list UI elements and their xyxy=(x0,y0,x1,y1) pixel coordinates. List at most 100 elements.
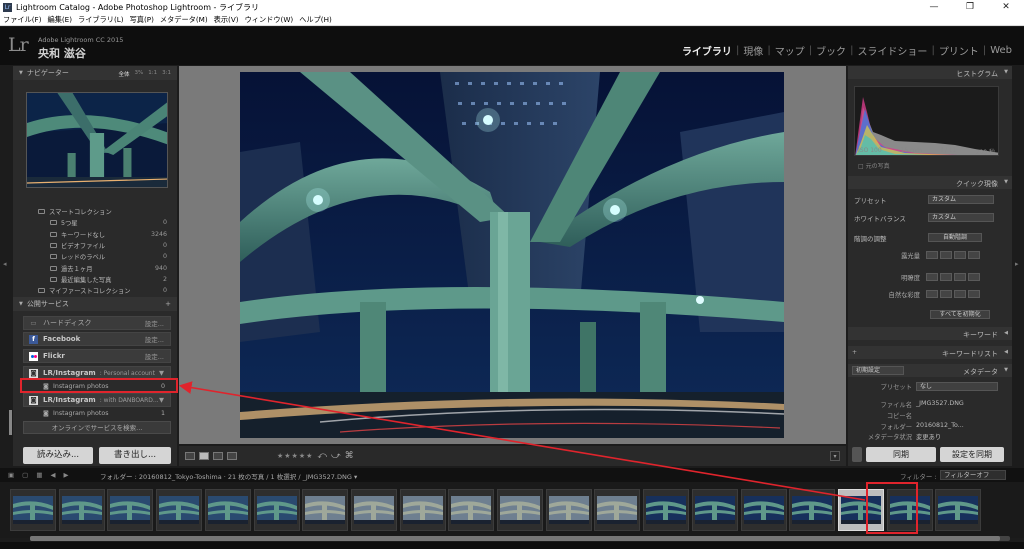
filmstrip-scroll-thumb[interactable] xyxy=(30,536,1000,541)
menu-library[interactable]: ライブラリ(L) xyxy=(78,15,124,25)
instagram-photos-danboard[interactable]: ◙ Instagram photos 1 xyxy=(23,407,171,419)
metadata-header[interactable]: 初期設定 メタデータ ▼ xyxy=(848,364,1012,377)
decrease-button[interactable] xyxy=(940,251,952,259)
left-panel-scrollbar[interactable] xyxy=(9,410,12,435)
find-more-services-button[interactable]: オンラインでサービスを検索... xyxy=(23,421,171,434)
filmstrip-thumb[interactable] xyxy=(204,489,251,531)
toolbar-options-dropdown[interactable]: ▾ xyxy=(830,451,840,461)
decrease-button[interactable] xyxy=(940,290,952,298)
main-photo[interactable] xyxy=(240,72,784,438)
navigator-preview[interactable] xyxy=(26,92,168,188)
menu-view[interactable]: 表示(V) xyxy=(214,15,239,25)
filmstrip-thumb[interactable] xyxy=(156,489,203,531)
facebook-settings-button[interactable]: 設定... xyxy=(145,334,164,344)
decrease-more-button[interactable] xyxy=(926,251,938,259)
add-keyword-icon[interactable]: + xyxy=(852,349,857,356)
forward-arrow-icon[interactable]: ▶ xyxy=(63,471,68,479)
filmstrip-thumb[interactable] xyxy=(107,489,154,531)
auto-sync-toggle[interactable] xyxy=(852,447,862,462)
metadata-preset-mode-select[interactable]: 初期設定 xyxy=(852,366,904,375)
expand-triangle-icon[interactable]: ▼ xyxy=(159,396,164,404)
add-service-icon[interactable]: + xyxy=(165,300,171,308)
module-slideshow[interactable]: スライドショー xyxy=(853,43,931,58)
loupe-view-icon[interactable] xyxy=(199,452,209,460)
filmstrip-thumb[interactable] xyxy=(253,489,300,531)
filmstrip-thumb[interactable] xyxy=(58,489,105,531)
decrease-button[interactable] xyxy=(940,273,952,281)
collection-row[interactable]: 過去１ヶ月 940 xyxy=(13,262,177,273)
publish-facebook[interactable]: f Facebook 設定... xyxy=(23,332,171,346)
grid-view-icon[interactable] xyxy=(185,452,195,460)
original-photo-toggle[interactable]: □ 元の写真 xyxy=(858,161,890,170)
publish-services-header[interactable]: ▼ 公開サービス + xyxy=(13,297,177,311)
filter-select[interactable]: フィルターオフ xyxy=(940,470,1006,480)
filmstrip-thumb[interactable] xyxy=(448,489,495,531)
filmstrip-thumb[interactable] xyxy=(643,489,690,531)
zoom-fit[interactable]: 全体 xyxy=(119,70,130,78)
zoom-1-1[interactable]: 1:1 xyxy=(148,70,157,78)
maximize-button[interactable]: ❐ xyxy=(952,0,988,14)
white-balance-select[interactable]: カスタム xyxy=(928,213,994,222)
flickr-settings-button[interactable]: 設定... xyxy=(145,351,164,361)
filmstrip-thumb[interactable] xyxy=(302,489,349,531)
metadata-preset-select[interactable]: なし xyxy=(916,382,998,391)
navigator-header[interactable]: ▼ ナビゲーター 全体 3% 1:1 3:1 xyxy=(13,66,177,80)
module-develop[interactable]: 現像 xyxy=(739,43,767,58)
zoom-3-1[interactable]: 3:1 xyxy=(162,70,171,78)
menu-help[interactable]: ヘルプ(H) xyxy=(299,15,332,25)
expand-triangle-icon[interactable]: ▼ xyxy=(159,369,164,377)
collection-row[interactable]: ビデオファイル 0 xyxy=(13,240,177,251)
main-window-icon[interactable]: ▣ xyxy=(8,471,14,479)
collection-row[interactable]: キーワードなし 3246 xyxy=(13,229,177,240)
filmstrip-thumb[interactable] xyxy=(935,489,982,531)
keyword-list-header[interactable]: + キーワードリスト ◀ xyxy=(848,346,1012,359)
increase-more-button[interactable] xyxy=(968,273,980,281)
filmstrip-thumb[interactable] xyxy=(350,489,397,531)
reset-all-button[interactable]: すべてを初期化 xyxy=(930,310,990,319)
increase-more-button[interactable] xyxy=(968,290,980,298)
decrease-more-button[interactable] xyxy=(926,290,938,298)
harddisk-settings-button[interactable]: 設定... xyxy=(145,318,164,328)
filmstrip-thumb[interactable] xyxy=(399,489,446,531)
menu-photo[interactable]: 写真(P) xyxy=(130,15,154,25)
painter-icon[interactable]: ⌘ xyxy=(345,451,354,461)
increase-button[interactable] xyxy=(954,273,966,281)
left-panel-toggle-icon[interactable]: ◂ xyxy=(3,260,7,268)
collection-row[interactable]: 5つ星 0 xyxy=(13,217,177,228)
filmstrip-thumb[interactable] xyxy=(545,489,592,531)
rating-stars[interactable]: ★★★★★ xyxy=(277,452,313,460)
decrease-more-button[interactable] xyxy=(926,273,938,281)
export-button[interactable]: 書き出し... xyxy=(99,447,171,464)
bottom-panel-toggle[interactable] xyxy=(0,542,1024,549)
publish-harddisk[interactable]: ▭ ハードディスク 設定... xyxy=(23,316,171,330)
collection-row[interactable]: スマートコレクション xyxy=(13,206,177,217)
filmstrip-source-path[interactable]: フォルダー : 20160812_Tokyo-Toshima · 21 枚の写真… xyxy=(100,471,357,481)
keywords-header[interactable]: キーワード ◀ xyxy=(848,327,1012,340)
module-book[interactable]: ブック xyxy=(812,43,850,58)
module-library[interactable]: ライブラリ xyxy=(678,43,736,58)
filmstrip-scrollbar[interactable] xyxy=(30,536,1010,541)
second-window-icon[interactable]: ▢ xyxy=(22,471,28,479)
filmstrip-thumb[interactable] xyxy=(594,489,641,531)
publish-instagram-danboard[interactable]: ◙ LR/Instagram : with DANBOARD... ▼ xyxy=(23,393,171,407)
publish-flickr[interactable]: Flickr 設定... xyxy=(23,349,171,363)
filmstrip-thumb[interactable] xyxy=(691,489,738,531)
filmstrip-thumb[interactable] xyxy=(10,489,56,531)
sync-button[interactable]: 同期 xyxy=(866,447,936,462)
module-web[interactable]: Web xyxy=(986,45,1016,56)
close-button[interactable]: ✕ xyxy=(988,0,1024,14)
grid-icon[interactable]: ▦ xyxy=(36,471,42,479)
increase-button[interactable] xyxy=(954,290,966,298)
module-print[interactable]: プリント xyxy=(935,43,983,58)
menu-window[interactable]: ウィンドウ(W) xyxy=(245,15,294,25)
sync-settings-button[interactable]: 設定を同期 xyxy=(940,447,1004,462)
histogram-header[interactable]: ヒストグラム ▼ xyxy=(848,66,1012,79)
minimize-button[interactable]: — xyxy=(916,0,952,14)
collection-row[interactable]: マイファーストコレクション 0 xyxy=(13,285,177,296)
filmstrip-thumb[interactable] xyxy=(497,489,543,531)
survey-view-icon[interactable] xyxy=(227,452,237,460)
rotate-left-icon[interactable]: ⤺ xyxy=(317,451,327,461)
quick-develop-header[interactable]: クイック現像 ▼ xyxy=(848,176,1012,189)
rotate-right-icon[interactable]: ⤻ xyxy=(331,451,341,461)
menu-metadata[interactable]: メタデータ(M) xyxy=(160,15,208,25)
